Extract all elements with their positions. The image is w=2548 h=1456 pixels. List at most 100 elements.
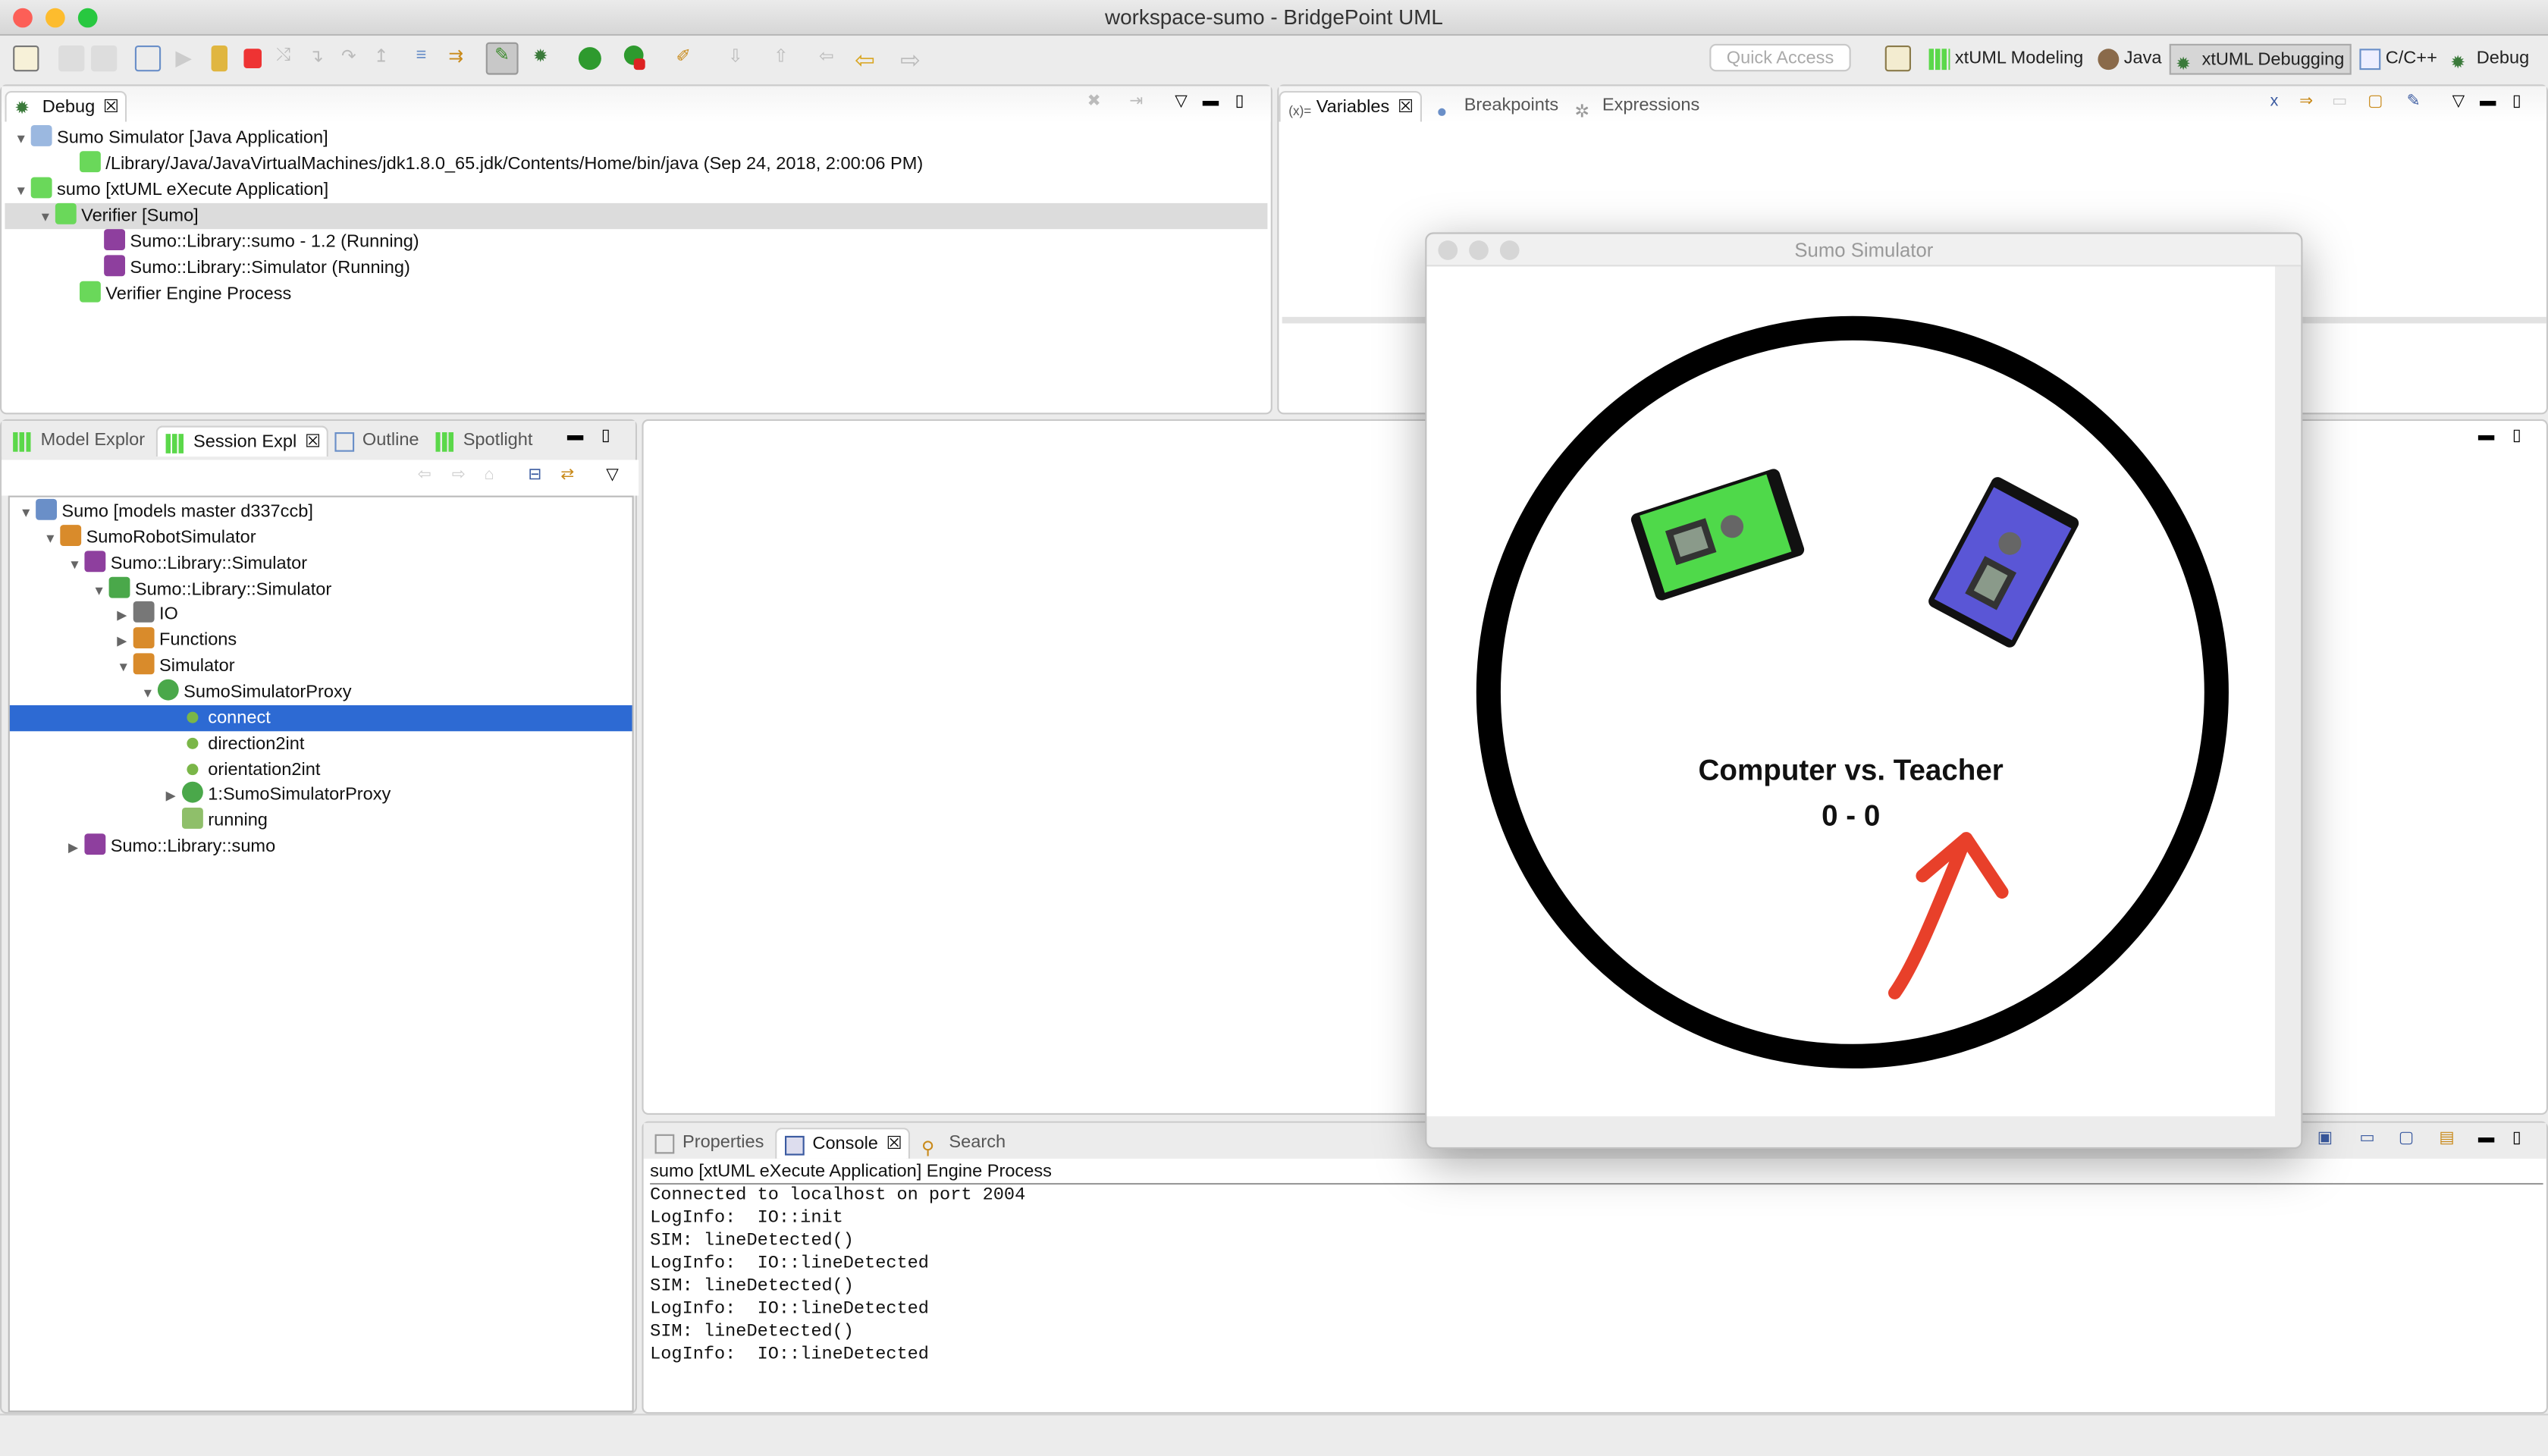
- expand-toggle-icon[interactable]: ▼: [20, 500, 36, 526]
- minimize-icon[interactable]: ▬: [2478, 428, 2494, 446]
- tab-search[interactable]: ⚲ Search: [913, 1128, 1012, 1159]
- back-icon[interactable]: ⇦: [418, 466, 431, 485]
- tab-debug[interactable]: ✹ Debug ☒: [5, 91, 127, 122]
- pin-console-icon[interactable]: ▣: [2317, 1129, 2333, 1147]
- expand-toggle-icon[interactable]: ▼: [39, 205, 55, 231]
- new-console-icon[interactable]: ▤: [2439, 1129, 2454, 1147]
- explorer-tree-item[interactable]: ▼ Sumo [models master d337ccb]: [10, 498, 632, 526]
- maximize-icon[interactable]: ▯: [2512, 1129, 2521, 1147]
- expand-toggle-icon[interactable]: ▶: [117, 604, 133, 629]
- tab-properties[interactable]: Properties: [647, 1128, 770, 1159]
- show-type-names-icon[interactable]: x: [2270, 93, 2279, 111]
- back-icon[interactable]: ⇦: [855, 46, 880, 74]
- maximize-icon[interactable]: ▯: [2512, 93, 2521, 111]
- debug-tree-item[interactable]: Sumo::Library::sumo - 1.2 (Running): [5, 229, 1267, 255]
- explorer-tree-item[interactable]: ▼ SumoSimulatorProxy: [10, 679, 632, 705]
- external-tools-icon[interactable]: [633, 58, 645, 71]
- close-icon[interactable]: ☒: [305, 432, 321, 452]
- debug-tree-item[interactable]: ▼ Sumo Simulator [Java Application]: [5, 125, 1267, 151]
- perspective-java[interactable]: Java: [2098, 44, 2162, 75]
- close-window-button[interactable]: [13, 8, 33, 28]
- expand-toggle-icon[interactable]: ▼: [93, 578, 108, 604]
- close-icon[interactable]: ☒: [1398, 98, 1414, 118]
- perspective-xtuml-modeling[interactable]: xtUML Modeling: [1928, 44, 2083, 75]
- view-menu-icon[interactable]: ▽: [2452, 93, 2465, 111]
- explorer-tree-item[interactable]: ▶ Sumo::Library::sumo: [10, 833, 632, 859]
- minimize-icon[interactable]: ▬: [1203, 93, 1219, 111]
- new-icon[interactable]: ▢: [2368, 93, 2383, 111]
- debug-icon[interactable]: ✹: [533, 46, 559, 71]
- explorer-tree-item[interactable]: ▼ Simulator: [10, 653, 632, 681]
- maximize-icon[interactable]: ▯: [1235, 93, 1244, 111]
- forward-icon[interactable]: ⇨: [900, 46, 926, 74]
- next-annotation-icon[interactable]: ⇩: [728, 46, 754, 71]
- new-icon[interactable]: [13, 46, 39, 72]
- explorer-tree-item[interactable]: ▶ IO: [10, 601, 632, 629]
- minimize-icon[interactable]: ▬: [2480, 93, 2496, 111]
- quick-access-input[interactable]: [1709, 43, 1851, 72]
- tools-icon[interactable]: ✐: [676, 46, 701, 71]
- explorer-tree-item[interactable]: ▶ Functions: [10, 627, 632, 655]
- expand-toggle-icon[interactable]: ▼: [141, 681, 157, 707]
- terminate-icon[interactable]: [243, 49, 262, 68]
- expand-toggle-icon[interactable]: ▶: [166, 784, 182, 810]
- open-console-icon[interactable]: ▭: [2359, 1129, 2374, 1147]
- tab-model-explorer[interactable]: Model Explor: [5, 425, 151, 457]
- debug-tree-item[interactable]: ▼ sumo [xtUML eXecute Application]: [5, 177, 1267, 203]
- collapse-all-icon[interactable]: ⊟: [528, 466, 541, 485]
- expand-toggle-icon[interactable]: ▶: [117, 629, 133, 655]
- console-output[interactable]: Connected to localhost on port 2004 LogIn…: [650, 1185, 1025, 1367]
- perspective-debug[interactable]: ✹ Debug: [2450, 44, 2529, 75]
- explorer-tree-item[interactable]: connect: [9, 704, 632, 731]
- perspective-cpp[interactable]: C/C++: [2359, 44, 2437, 75]
- step-into-icon[interactable]: ↴: [309, 46, 334, 71]
- perspective-xtuml-debugging[interactable]: ✹ xtUML Debugging: [2169, 43, 2351, 75]
- edit-icon[interactable]: ✎: [2407, 93, 2421, 111]
- view-menu-icon[interactable]: ▽: [1175, 93, 1188, 111]
- debug-tree-item[interactable]: Sumo::Library::Simulator (Running): [5, 255, 1267, 281]
- zoom-window-button[interactable]: [77, 8, 98, 28]
- tab-expressions[interactable]: ✲ Expressions: [1567, 91, 1706, 121]
- open-perspective-icon[interactable]: [1884, 46, 1911, 72]
- explorer-tree-item[interactable]: orientation2int: [10, 756, 632, 782]
- tab-breakpoints[interactable]: ● Breakpoints: [1429, 91, 1565, 121]
- suspend-icon[interactable]: [211, 46, 228, 72]
- explorer-tree-item[interactable]: running: [10, 808, 632, 833]
- save-all-icon[interactable]: [91, 46, 118, 72]
- tab-console[interactable]: Console ☒: [775, 1128, 911, 1159]
- maximize-icon[interactable]: ▯: [2512, 428, 2521, 446]
- expand-toggle-icon[interactable]: ▼: [68, 552, 84, 578]
- explorer-tree-item[interactable]: ▼ Sumo::Library::Simulator: [10, 576, 632, 602]
- display-console-icon[interactable]: ▢: [2399, 1129, 2414, 1147]
- tab-spotlight[interactable]: Spotlight: [428, 425, 539, 457]
- expand-toggle-icon[interactable]: ▼: [14, 127, 30, 152]
- minimize-icon[interactable]: ▬: [567, 428, 583, 446]
- expand-toggle-icon[interactable]: ▼: [117, 655, 133, 681]
- tab-variables[interactable]: (x)= Variables ☒: [1279, 91, 1422, 122]
- expand-toggle-icon[interactable]: ▶: [68, 836, 84, 861]
- step-return-icon[interactable]: ↥: [374, 46, 400, 71]
- save-icon[interactable]: [58, 46, 85, 72]
- maximize-icon[interactable]: ▯: [601, 428, 610, 446]
- home-icon[interactable]: ⌂: [485, 466, 494, 485]
- forward-icon[interactable]: ⇨: [452, 466, 466, 485]
- view-menu-icon[interactable]: ▽: [606, 466, 619, 485]
- collapse-all-icon[interactable]: ▭: [2332, 93, 2347, 111]
- explorer-tree-item[interactable]: direction2int: [10, 731, 632, 757]
- simulator-zoom-button[interactable]: [1499, 240, 1520, 260]
- tab-outline[interactable]: Outline: [327, 425, 425, 457]
- debug-tree-item[interactable]: /Library/Java/JavaVirtualMachines/jdk1.8…: [5, 151, 1267, 177]
- drop-to-frame-icon[interactable]: ≡: [416, 46, 442, 71]
- remove-terminated-icon[interactable]: ✖: [1087, 93, 1101, 111]
- close-icon[interactable]: ☒: [103, 98, 119, 118]
- simulator-close-button[interactable]: [1438, 240, 1458, 260]
- link-with-editor-icon[interactable]: ⇄: [560, 466, 574, 485]
- last-edit-icon[interactable]: ⇦: [819, 46, 845, 71]
- use-step-filters-icon[interactable]: ⇉: [448, 46, 474, 71]
- skip-breakpoints-icon[interactable]: ✎: [485, 42, 519, 75]
- step-filter-icon[interactable]: ⇥: [1129, 93, 1143, 111]
- disconnect-icon[interactable]: ⤭: [276, 46, 302, 71]
- simulator-minimize-button[interactable]: [1469, 240, 1489, 260]
- binary-icon[interactable]: [134, 46, 162, 72]
- resume-icon[interactable]: ▶: [175, 46, 201, 71]
